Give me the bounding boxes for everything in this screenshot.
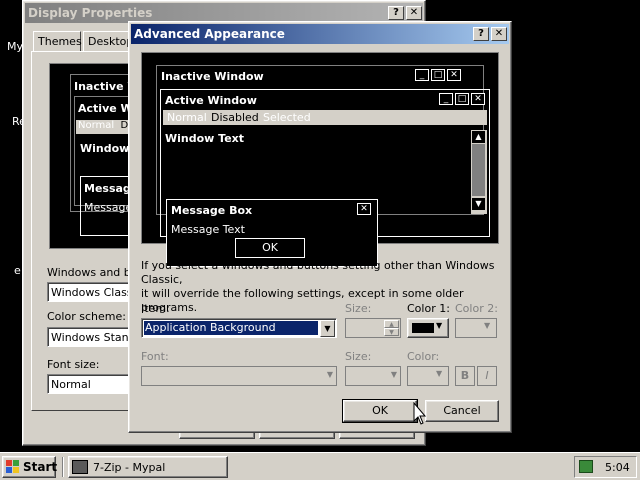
start-button[interactable]: Start	[2, 456, 58, 478]
preview-window-text: Window Text	[165, 132, 245, 145]
font-color-label: Color:	[407, 350, 440, 363]
color2-picker[interactable]: ▼	[455, 318, 497, 338]
preview-area: Inactive Window _ □ ✕ Active Window _ □ …	[141, 52, 499, 267]
chevron-down-icon: ▼	[390, 370, 397, 379]
preview-inactive-title: Inactive Window	[161, 70, 264, 83]
preview-menu-normal: Normal	[167, 111, 207, 124]
preview-scrollbar: ▲ ▼	[471, 130, 487, 214]
7zip-icon	[72, 460, 88, 474]
start-label: Start	[23, 460, 58, 474]
help-button[interactable]: ?	[388, 6, 404, 20]
advanced-appearance-dialog: Advanced Appearance ? ✕ Inactive Window …	[128, 21, 512, 433]
preview-message-box-title: Message Box	[171, 204, 253, 217]
taskbar-task-button[interactable]: 7-Zip - Mypal	[68, 456, 228, 478]
advanced-appearance-title: Advanced Appearance	[134, 27, 285, 41]
font-size-select[interactable]: ▼	[345, 366, 401, 386]
color1-picker[interactable]: ▼	[407, 318, 449, 338]
font-select[interactable]: ▼	[141, 366, 337, 386]
color-scheme-label: Color scheme:	[47, 310, 126, 323]
windows-logo-icon	[6, 460, 20, 474]
font-color-picker[interactable]: ▼	[407, 366, 449, 386]
close-icon: ✕	[471, 93, 485, 105]
minimize-icon: _	[415, 69, 429, 81]
display-properties-title: Display Properties	[28, 6, 153, 20]
maximize-icon: □	[455, 93, 469, 105]
chevron-down-icon[interactable]: ▼	[320, 320, 335, 337]
chevron-down-icon: ▼	[326, 370, 333, 379]
advanced-appearance-titlebar: Advanced Appearance ? ✕	[131, 24, 509, 44]
preview-message-box: Message Box ✕ Message Text OK	[166, 199, 378, 267]
font-label: Font:	[141, 350, 169, 363]
taskbar: Start 7-Zip - Mypal 5:04	[0, 452, 640, 480]
close-icon: ✕	[447, 69, 461, 81]
info-text: If you select a windows and buttons sett…	[141, 259, 495, 314]
preview-active-title: Active W	[78, 102, 133, 115]
preview-ok-button: OK	[235, 238, 305, 258]
preview-menu-disabled: Disabled	[211, 111, 259, 124]
preview-message-text: Message	[84, 201, 133, 214]
size-spinner[interactable]: ▲ ▼	[345, 318, 401, 338]
close-button[interactable]: ✕	[491, 27, 507, 41]
help-button[interactable]: ?	[473, 27, 489, 41]
maximize-icon: □	[431, 69, 445, 81]
tab-themes[interactable]: Themes	[33, 31, 82, 51]
clock[interactable]: 5:04	[605, 461, 630, 474]
italic-button[interactable]: I	[477, 366, 497, 386]
mouse-cursor-icon	[413, 402, 427, 425]
chevron-down-icon: ▼	[436, 321, 443, 330]
minimize-icon: _	[439, 93, 453, 105]
network-icon[interactable]	[579, 460, 593, 473]
preview-menubar: Normal Disabled Selected	[163, 110, 487, 125]
size-label: Size:	[345, 302, 372, 315]
font-size-label: Size:	[345, 350, 372, 363]
ok-button[interactable]: OK	[342, 399, 418, 423]
color1-swatch	[412, 323, 434, 333]
color1-label: Color 1:	[407, 302, 450, 315]
close-button[interactable]: ✕	[406, 6, 422, 20]
preview-menu-selected: Selected	[263, 111, 311, 124]
system-tray: 5:04	[574, 456, 637, 478]
close-icon: ✕	[357, 203, 371, 215]
color2-label: Color 2:	[455, 302, 498, 315]
cancel-button[interactable]: Cancel	[425, 400, 499, 422]
preview-message-text: Message Text	[171, 223, 245, 236]
desktop-icon-label[interactable]: My	[7, 40, 23, 53]
tab-desktop[interactable]: Desktop	[83, 31, 133, 51]
desktop-icon-label[interactable]: e	[14, 264, 21, 277]
chevron-down-icon: ▼	[436, 369, 443, 378]
chevron-down-icon: ▼	[484, 321, 491, 330]
item-label: Item:	[141, 302, 170, 315]
preview-active-title: Active Window	[165, 94, 257, 107]
taskbar-task-label: 7-Zip - Mypal	[93, 461, 166, 474]
item-select[interactable]: Application Background ▼	[141, 318, 337, 338]
taskbar-separator	[62, 457, 64, 477]
display-properties-titlebar: Display Properties ? ✕	[25, 3, 423, 23]
font-size-label: Font size:	[47, 358, 100, 371]
bold-button[interactable]: B	[455, 366, 475, 386]
